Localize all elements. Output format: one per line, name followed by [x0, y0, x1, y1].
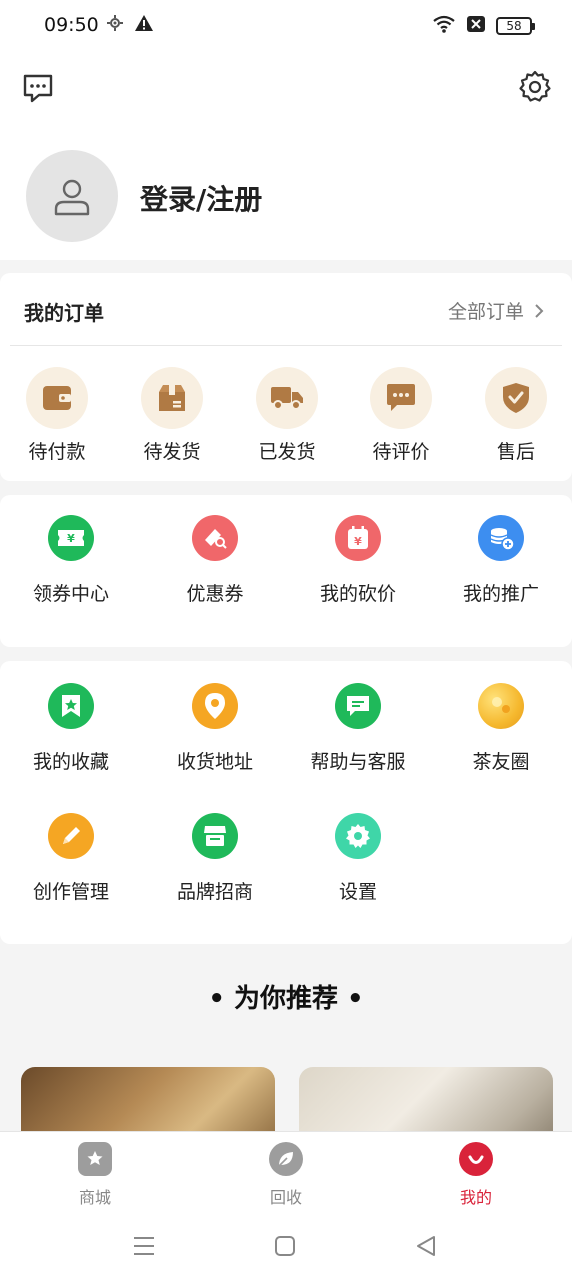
profile-header: 登录/注册 — [0, 52, 572, 260]
comment-icon — [370, 367, 432, 429]
store-icon — [192, 813, 238, 859]
nav-recycle[interactable]: 回收 — [241, 1142, 331, 1208]
mall-icon — [78, 1142, 112, 1176]
promotion-item[interactable]: 我的推广 — [436, 515, 566, 606]
divider — [10, 345, 562, 346]
grid-label: 创作管理 — [32, 881, 109, 903]
favorites-item[interactable]: 我的收藏 — [6, 683, 136, 774]
help-service-item[interactable]: 帮助与客服 — [293, 683, 423, 774]
menu-icon[interactable] — [131, 1233, 157, 1259]
services-card: 我的收藏 收货地址 帮助与客服 茶友圈 创作管理 品牌招商 设置 — [0, 661, 572, 944]
order-pending-review[interactable]: 待评价 — [361, 367, 441, 464]
brand-invest-item[interactable]: 品牌招商 — [150, 813, 280, 904]
no-sim-icon — [466, 15, 486, 37]
grid-label: 我的收藏 — [32, 751, 109, 773]
circle-icon — [478, 683, 524, 729]
coupon-icon — [192, 515, 238, 561]
nav-mall[interactable]: 商城 — [50, 1142, 140, 1208]
grid-label: 收货地址 — [176, 751, 253, 773]
nav-label: 我的 — [459, 1188, 492, 1207]
settings-item[interactable]: 设置 — [293, 813, 423, 904]
grid-label: 我的推广 — [462, 583, 539, 605]
order-label: 待发货 — [143, 441, 201, 463]
all-orders-link[interactable]: 全部订单 — [448, 297, 544, 324]
status-bar: 09:50 58 — [0, 0, 572, 52]
home-icon[interactable] — [272, 1233, 298, 1259]
status-right-icons: 58 — [432, 14, 535, 38]
chat-icon[interactable] — [22, 72, 54, 104]
avatar[interactable] — [26, 150, 118, 242]
order-shipped[interactable]: 已发货 — [247, 367, 327, 464]
svg-text:¥: ¥ — [67, 532, 75, 545]
tools-card: ¥ 领券中心 优惠券 ¥ 我的砍价 我的推广 — [0, 495, 572, 647]
wifi-icon — [432, 14, 456, 38]
chat-bubble-icon — [335, 683, 381, 729]
battery-icon: 58 — [496, 17, 535, 35]
truck-icon — [256, 367, 318, 429]
recommend-title: • 为你推荐 • — [208, 984, 364, 1014]
leaf-icon — [269, 1142, 303, 1176]
svg-text:¥: ¥ — [354, 535, 362, 548]
nav-mine[interactable]: 我的 — [431, 1142, 521, 1208]
smile-icon — [459, 1142, 493, 1176]
order-label: 已发货 — [258, 441, 316, 463]
ticket-icon: ¥ — [48, 515, 94, 561]
order-pending-payment[interactable]: 待付款 — [17, 367, 97, 464]
tea-circle-item[interactable]: 茶友圈 — [436, 683, 566, 774]
box-icon — [141, 367, 203, 429]
grid-label: 设置 — [338, 881, 377, 903]
grid-label: 我的砍价 — [319, 583, 396, 605]
login-register-link[interactable]: 登录/注册 — [140, 178, 262, 218]
order-pending-shipment[interactable]: 待发货 — [132, 367, 212, 464]
wallet-icon — [26, 367, 88, 429]
creation-manage-item[interactable]: 创作管理 — [6, 813, 136, 904]
coins-icon — [478, 515, 524, 561]
status-time: 09:50 — [44, 14, 99, 36]
bookmark-star-icon — [48, 683, 94, 729]
status-left-icons — [106, 14, 154, 36]
location-icon — [106, 14, 124, 36]
grid-label: 优惠券 — [186, 583, 244, 605]
grid-label: 茶友圈 — [472, 751, 530, 773]
gear-icon[interactable] — [518, 70, 552, 104]
orders-title: 我的订单 — [24, 301, 104, 325]
gear-icon — [335, 813, 381, 859]
shield-icon — [485, 367, 547, 429]
warning-icon — [134, 14, 154, 36]
order-label: 售后 — [496, 441, 535, 463]
grid-label: 领券中心 — [32, 583, 109, 605]
all-orders-label: 全部订单 — [447, 301, 524, 323]
orders-card: 我的订单 全部订单 待付款 待发货 已发货 待评价 售后 — [0, 273, 572, 481]
back-icon[interactable] — [413, 1233, 439, 1259]
order-after-sales[interactable]: 售后 — [476, 367, 556, 464]
order-label: 待付款 — [28, 441, 86, 463]
location-pin-icon — [192, 683, 238, 729]
address-item[interactable]: 收货地址 — [150, 683, 280, 774]
pencil-icon — [48, 813, 94, 859]
nav-label: 回收 — [269, 1188, 302, 1207]
bottom-nav: 商城 回收 我的 — [0, 1131, 572, 1215]
chevron-right-icon — [535, 303, 544, 318]
coupon-center-item[interactable]: ¥ 领券中心 — [6, 515, 136, 606]
coupons-item[interactable]: 优惠券 — [150, 515, 280, 606]
user-icon — [54, 179, 90, 216]
order-label: 待评价 — [372, 441, 430, 463]
nav-label: 商城 — [78, 1188, 111, 1207]
system-nav-bar — [0, 1215, 572, 1280]
calendar-icon: ¥ — [335, 515, 381, 561]
grid-label: 品牌招商 — [176, 881, 253, 903]
grid-label: 帮助与客服 — [310, 751, 406, 773]
bargain-item[interactable]: ¥ 我的砍价 — [293, 515, 423, 606]
